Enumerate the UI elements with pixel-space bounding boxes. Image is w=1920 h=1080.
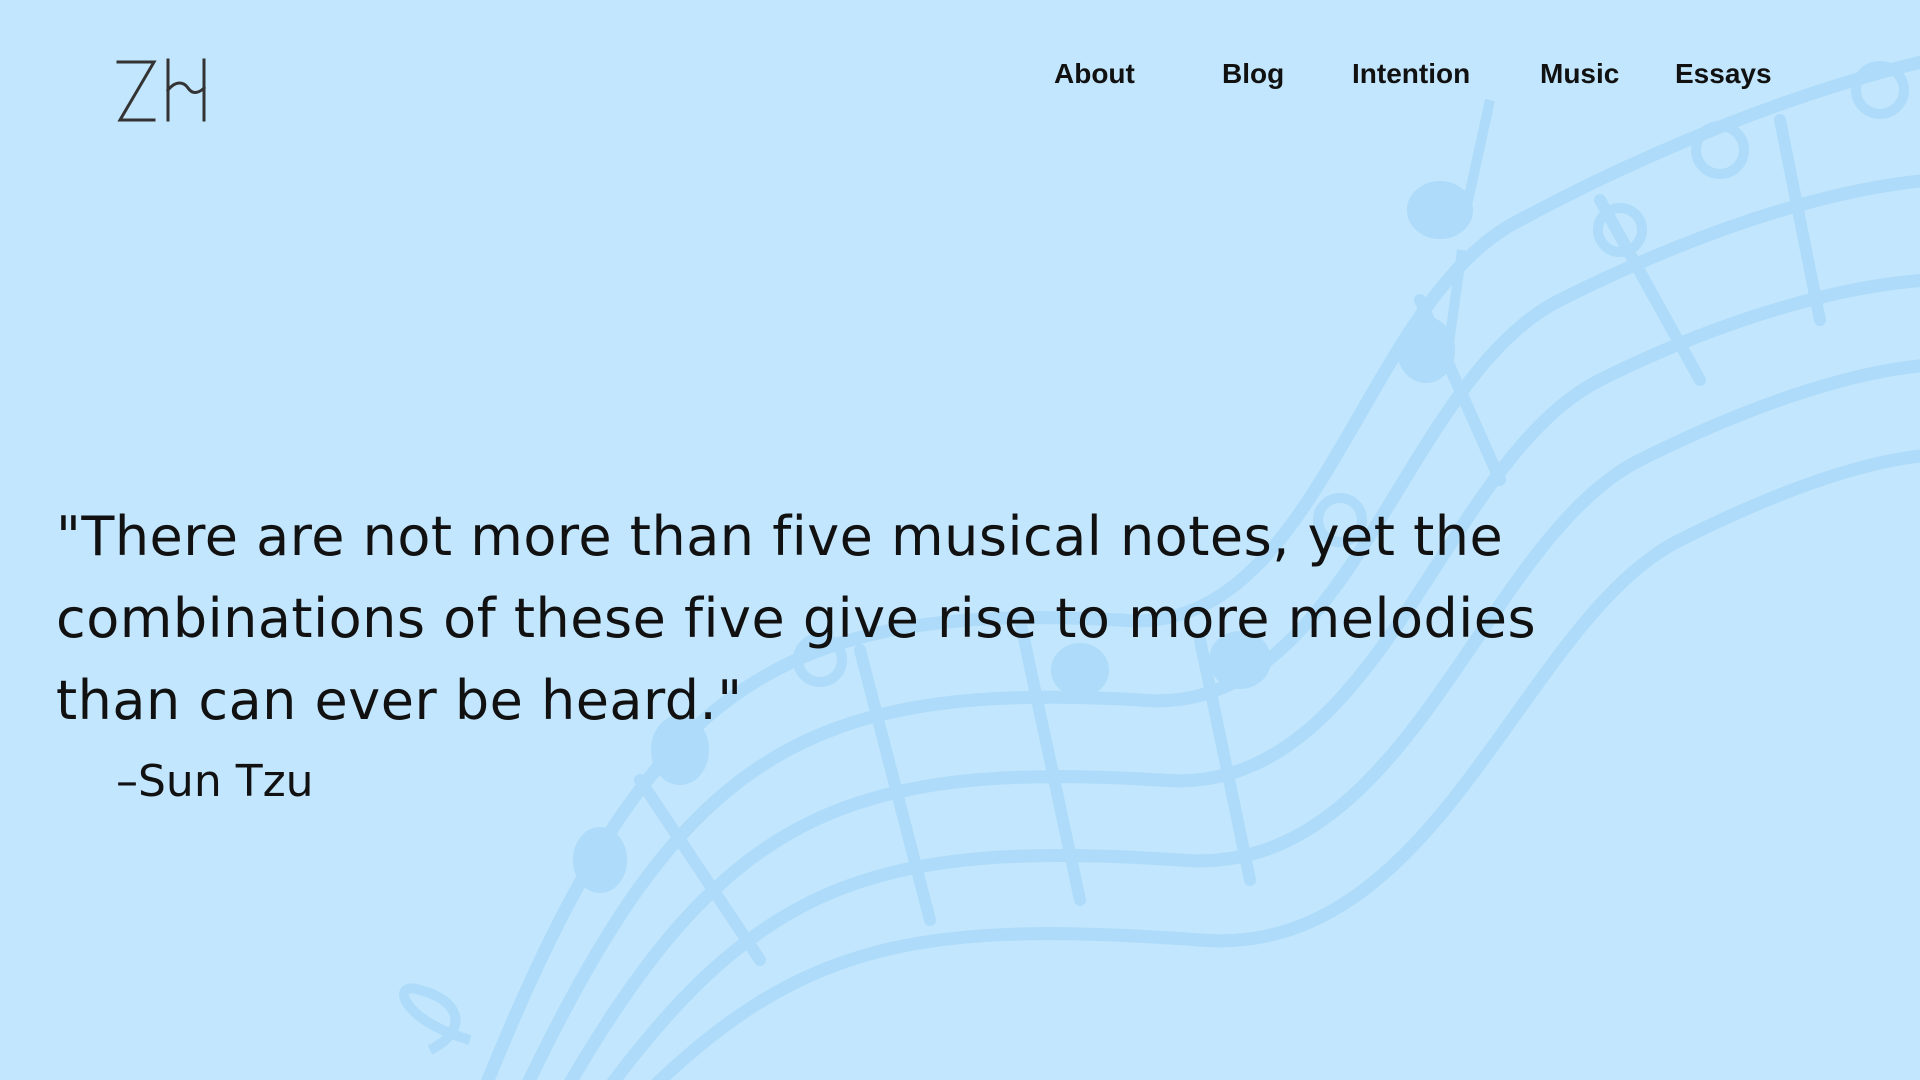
- site-logo[interactable]: [114, 56, 208, 126]
- nav-music[interactable]: Music: [1540, 56, 1619, 92]
- main-nav: About Blog Intention Music Essays: [1030, 56, 1830, 96]
- quote-attribution: –Sun Tzu: [116, 756, 314, 807]
- nav-essays[interactable]: Essays: [1675, 56, 1772, 92]
- music-note-icon: [1407, 181, 1473, 239]
- treble-clef-icon: [399, 983, 472, 1055]
- music-note-icon: [1397, 317, 1455, 383]
- music-note-icon: [573, 827, 627, 893]
- nav-intention[interactable]: Intention: [1352, 56, 1470, 92]
- nav-blog[interactable]: Blog: [1222, 56, 1284, 92]
- hero-quote: "There are not more than five musical no…: [56, 505, 1537, 732]
- nav-about[interactable]: About: [1054, 56, 1135, 92]
- bar-line: [1774, 114, 1826, 326]
- zh-monogram-logo: [116, 58, 207, 122]
